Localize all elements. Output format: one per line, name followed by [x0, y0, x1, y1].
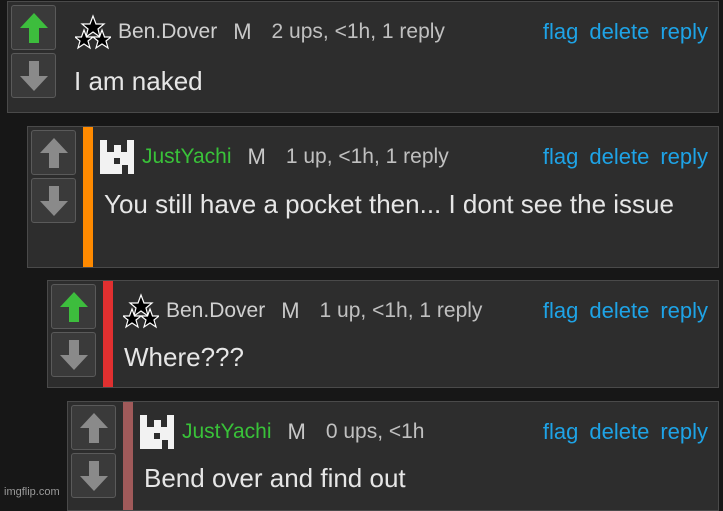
comment-text: Where???: [124, 342, 244, 372]
downvote-button[interactable]: [51, 332, 96, 377]
arrow-up-icon: [59, 291, 88, 322]
flag-link[interactable]: flag: [543, 144, 578, 170]
star-triangle-icon: [123, 293, 159, 329]
reply-link[interactable]: reply: [660, 144, 708, 170]
mod-badge: M: [247, 144, 266, 169]
comment-4: JustYachi M 0 ups, <1h flag delete reply…: [67, 401, 719, 511]
comment-1: Ben.Dover M 2 ups, <1h, 1 reply flag del…: [7, 1, 719, 113]
avatar[interactable]: [122, 292, 160, 330]
pixel-block-icon: [100, 140, 134, 174]
comment-text: You still have a pocket then... I dont s…: [104, 189, 674, 219]
vote-column: [68, 402, 119, 510]
arrow-down-icon: [59, 339, 88, 370]
comment-3: Ben.Dover M 1 up, <1h, 1 reply flag dele…: [47, 280, 719, 388]
delete-link[interactable]: delete: [589, 419, 649, 445]
upvote-button[interactable]: [71, 405, 116, 450]
flag-link[interactable]: flag: [543, 419, 578, 445]
username-link[interactable]: JustYachi: [142, 145, 232, 169]
arrow-up-icon: [19, 12, 48, 43]
thread-stripe: [103, 281, 113, 387]
comment-text: Bend over and find out: [144, 463, 406, 493]
comment-2: JustYachi M 1 up, <1h, 1 reply flag dele…: [27, 126, 719, 268]
username-link[interactable]: Ben.Dover: [166, 299, 265, 323]
delete-link[interactable]: delete: [589, 144, 649, 170]
username-link[interactable]: Ben.Dover: [118, 20, 217, 44]
delete-link[interactable]: delete: [589, 298, 649, 324]
reply-link[interactable]: reply: [660, 19, 708, 45]
comment-meta: 1 up, <1h, 1 reply: [285, 145, 449, 168]
arrow-up-icon: [79, 412, 108, 443]
watermark: imgflip.com: [4, 486, 60, 498]
comment-meta: 2 ups, <1h, 1 reply: [271, 20, 445, 43]
upvote-button[interactable]: [11, 5, 56, 50]
mod-badge: M: [233, 19, 252, 44]
thread-stripe: [83, 127, 93, 267]
downvote-button[interactable]: [71, 453, 116, 498]
upvote-button[interactable]: [31, 130, 76, 175]
mod-badge: M: [281, 298, 300, 323]
avatar[interactable]: [74, 13, 112, 51]
pixel-block-icon: [140, 415, 174, 449]
arrow-down-icon: [39, 185, 68, 216]
arrow-up-icon: [39, 137, 68, 168]
flag-link[interactable]: flag: [543, 19, 578, 45]
downvote-button[interactable]: [11, 53, 56, 98]
upvote-button[interactable]: [51, 284, 96, 329]
reply-link[interactable]: reply: [660, 419, 708, 445]
vote-column: [28, 127, 79, 267]
flag-link[interactable]: flag: [543, 298, 578, 324]
arrow-down-icon: [19, 60, 48, 91]
downvote-button[interactable]: [31, 178, 76, 223]
vote-column: [48, 281, 99, 387]
delete-link[interactable]: delete: [589, 19, 649, 45]
comment-meta: 0 ups, <1h: [325, 420, 425, 443]
username-link[interactable]: JustYachi: [182, 420, 272, 444]
thread-stripe: [123, 402, 133, 510]
comment-meta: 1 up, <1h, 1 reply: [319, 299, 483, 322]
avatar[interactable]: [138, 413, 176, 451]
reply-link[interactable]: reply: [660, 298, 708, 324]
vote-column: [8, 2, 59, 112]
avatar[interactable]: [98, 138, 136, 176]
comment-text: I am naked: [74, 66, 203, 96]
arrow-down-icon: [79, 460, 108, 491]
star-triangle-icon: [75, 14, 111, 50]
mod-badge: M: [287, 419, 306, 444]
